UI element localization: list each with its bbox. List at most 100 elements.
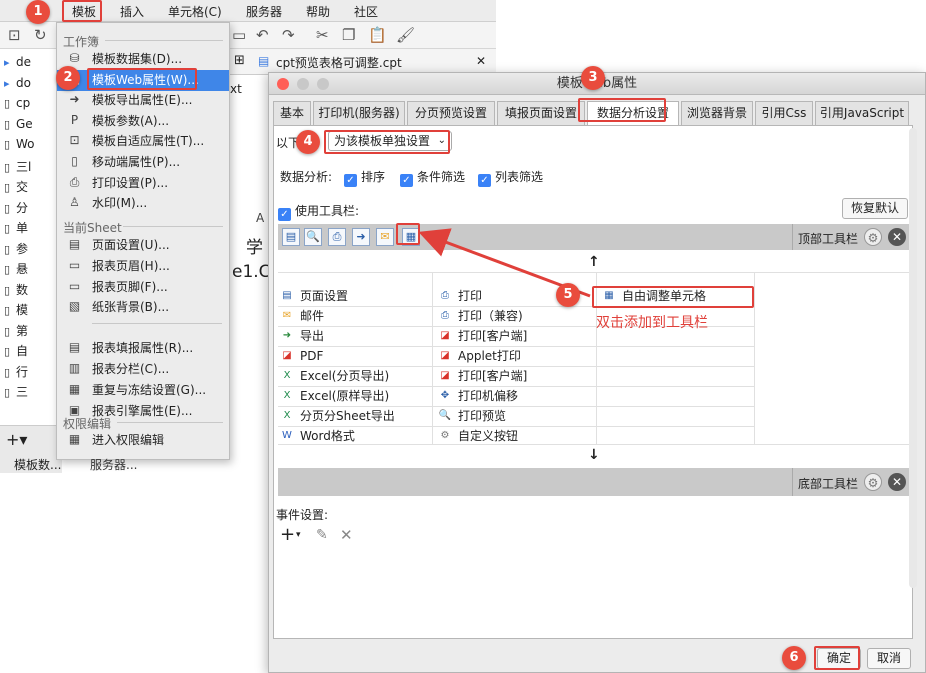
- down-arrow[interactable]: ↓: [588, 447, 600, 463]
- menu-item-dataset[interactable]: ⛁ 模板数据集(D)...: [57, 49, 229, 70]
- page-setup-icon[interactable]: ▤: [282, 228, 300, 246]
- tree-item[interactable]: ▸ do: [4, 76, 31, 96]
- tree-item[interactable]: ▯ 行: [4, 363, 28, 383]
- menu-item-columns[interactable]: ▥ 报表分栏(C)...: [57, 359, 229, 380]
- toolbar-button-option[interactable]: ▤ 页面设置: [278, 286, 348, 306]
- format-brush-icon[interactable]: 🖌: [396, 26, 415, 44]
- use-toolbar-check[interactable]: ✓ 使用工具栏:: [278, 202, 359, 221]
- scope-select[interactable]: 为该模板单独设置 ⌄: [328, 131, 452, 151]
- toolbar-button-option[interactable]: ◪ PDF: [278, 346, 323, 366]
- menu-server[interactable]: 服务器: [246, 3, 282, 20]
- check-sort[interactable]: ✓ 排序: [344, 168, 385, 187]
- paste-icon[interactable]: 📋: [368, 26, 387, 44]
- tree-item[interactable]: ▯ 数: [4, 281, 28, 301]
- export-icon[interactable]: ➜: [352, 228, 370, 246]
- tab-pagination-preview[interactable]: 分页预览设置: [407, 101, 495, 125]
- tree-item[interactable]: ▯ 模: [4, 301, 28, 321]
- menu-item-web-properties[interactable]: ▦模板Web属性(W)...: [57, 69, 229, 91]
- toolbar-button-option[interactable]: ⎙ 打印: [436, 286, 482, 306]
- edit-icon[interactable]: ✎: [316, 527, 328, 543]
- toolbar-button-option[interactable]: X Excel(原样导出): [278, 386, 390, 406]
- menu-template[interactable]: 模板: [72, 3, 96, 20]
- menu-item-adaptive[interactable]: ⊡ 模板自适应属性(T)...: [57, 131, 229, 152]
- ok-button[interactable]: 确定: [817, 648, 861, 669]
- tree-item[interactable]: ▯ 分: [4, 199, 28, 219]
- tree-item[interactable]: ▯ Ge: [4, 117, 33, 137]
- toolbar-button-option[interactable]: ➜ 导出: [278, 326, 324, 346]
- toolbar-button-option[interactable]: ⎙ 打印（兼容): [436, 306, 523, 326]
- menu-item-mobile[interactable]: ▯ 移动端属性(P)...: [57, 152, 229, 173]
- menu-item-watermark[interactable]: ♙ 水印(M)...: [57, 193, 229, 214]
- tree-item[interactable]: ▯ 单: [4, 219, 28, 239]
- add-event-icon[interactable]: +: [280, 524, 295, 545]
- toolbar-button-option[interactable]: ✉ 邮件: [278, 306, 324, 326]
- menu-item-export-properties[interactable]: ➜ 模板导出属性(E)...: [57, 90, 229, 111]
- menu-help[interactable]: 帮助: [306, 3, 330, 20]
- save-icon[interactable]: ▭: [232, 26, 246, 44]
- tab-fill-page[interactable]: 填报页面设置: [497, 101, 585, 125]
- new-file-icon[interactable]: ⊡: [8, 26, 21, 44]
- menu-item-freeze[interactable]: ▦ 重复与冻结设置(G)...: [57, 380, 229, 401]
- tree-item[interactable]: ▯ 自: [4, 342, 28, 362]
- minimize-window-button[interactable]: [297, 78, 309, 90]
- undo-icon[interactable]: ↶: [256, 26, 269, 44]
- menu-item-permission-edit[interactable]: ▦ 进入权限编辑: [57, 430, 229, 451]
- tab-css[interactable]: 引用Css: [755, 101, 813, 125]
- menu-insert[interactable]: 插入: [120, 3, 144, 20]
- toolbar-button-option[interactable]: ◪ Applet打印: [436, 346, 521, 366]
- server-bottom-label[interactable]: 服务器...: [90, 456, 137, 473]
- menu-community[interactable]: 社区: [354, 3, 378, 20]
- toolbar-button-option[interactable]: ⚙ 自定义按钮: [436, 426, 519, 446]
- gear-icon[interactable]: ⚙: [864, 228, 882, 246]
- close-icon[interactable]: ✕: [888, 228, 906, 246]
- toolbar-button-option[interactable]: 🔍 打印预览: [436, 406, 506, 426]
- preview-icon[interactable]: 🔍: [304, 228, 322, 246]
- check-list-filter[interactable]: ✓ 列表筛选: [478, 168, 543, 187]
- chevron-down-icon[interactable]: ▾: [296, 530, 301, 540]
- mail-icon[interactable]: ✉: [376, 228, 394, 246]
- gear-icon[interactable]: ⚙: [864, 473, 882, 491]
- toolbar-button-option[interactable]: ◪ 打印[客户端]: [436, 366, 527, 386]
- toolbar-button-option[interactable]: ✥ 打印机偏移: [436, 386, 518, 406]
- menu-item-report-footer[interactable]: ▭ 报表页脚(F)...: [57, 277, 229, 298]
- printer-icon[interactable]: ⎙: [328, 228, 346, 246]
- check-condition-filter[interactable]: ✓ 条件筛选: [400, 168, 465, 187]
- toolbar-button-option[interactable]: X Excel(分页导出): [278, 366, 390, 386]
- menu-item-fill-properties[interactable]: ▤ 报表填报属性(R)...: [57, 338, 229, 359]
- delete-icon[interactable]: ✕: [340, 526, 353, 544]
- add-icon[interactable]: +▾: [6, 430, 27, 449]
- redo-icon[interactable]: ↷: [282, 26, 295, 44]
- file-tab-title[interactable]: cpt预览表格可调整.cpt: [276, 54, 402, 71]
- tab-browser-background[interactable]: 浏览器背景: [681, 101, 753, 125]
- close-tab-icon[interactable]: ✕: [476, 54, 486, 68]
- toolbar-button-option[interactable]: ▦ 自由调整单元格: [600, 286, 706, 306]
- menu-cell[interactable]: 单元格(C): [168, 3, 222, 20]
- copy-icon[interactable]: ❐: [342, 26, 355, 44]
- tree-bottom-label[interactable]: 模板数...: [14, 456, 61, 473]
- restore-default-button[interactable]: 恢复默认: [842, 198, 908, 219]
- up-arrow[interactable]: ↑: [588, 254, 600, 270]
- tree-item[interactable]: ▯ 悬: [4, 260, 28, 280]
- menu-item-paper-background[interactable]: ▧ 纸张背景(B)...: [57, 297, 229, 318]
- tree-item[interactable]: ▯ 第: [4, 322, 28, 342]
- toolbar-button-option[interactable]: ◪ 打印[客户端]: [436, 326, 527, 346]
- menu-item-report-header[interactable]: ▭ 报表页眉(H)...: [57, 256, 229, 277]
- toolbar-button-option[interactable]: W Word格式: [278, 426, 355, 446]
- tab-basic[interactable]: 基本: [273, 101, 311, 125]
- menu-item-page-setup[interactable]: ▤ 页面设置(U)...: [57, 235, 229, 256]
- grid-icon[interactable]: ▦: [402, 228, 420, 246]
- tree-item[interactable]: ▯ 参: [4, 240, 28, 260]
- tree-item[interactable]: ▯ 交: [4, 178, 28, 198]
- close-icon[interactable]: ✕: [888, 473, 906, 491]
- tree-item[interactable]: ▯ 三: [4, 383, 28, 403]
- tab-javascript[interactable]: 引用JavaScript: [815, 101, 909, 125]
- tree-item[interactable]: ▯ Wo: [4, 137, 35, 157]
- close-window-button[interactable]: [277, 78, 289, 90]
- tree-item[interactable]: ▯ 三l: [4, 158, 31, 178]
- maximize-window-button[interactable]: [317, 78, 329, 90]
- toolbar-button-option[interactable]: X 分页分Sheet导出: [278, 406, 395, 426]
- vertical-scrollbar[interactable]: [909, 128, 917, 588]
- tree-item[interactable]: ▯ cp: [4, 96, 30, 116]
- tab-data-analysis[interactable]: 数据分析设置: [587, 101, 679, 125]
- cut-icon[interactable]: ✂: [316, 26, 329, 44]
